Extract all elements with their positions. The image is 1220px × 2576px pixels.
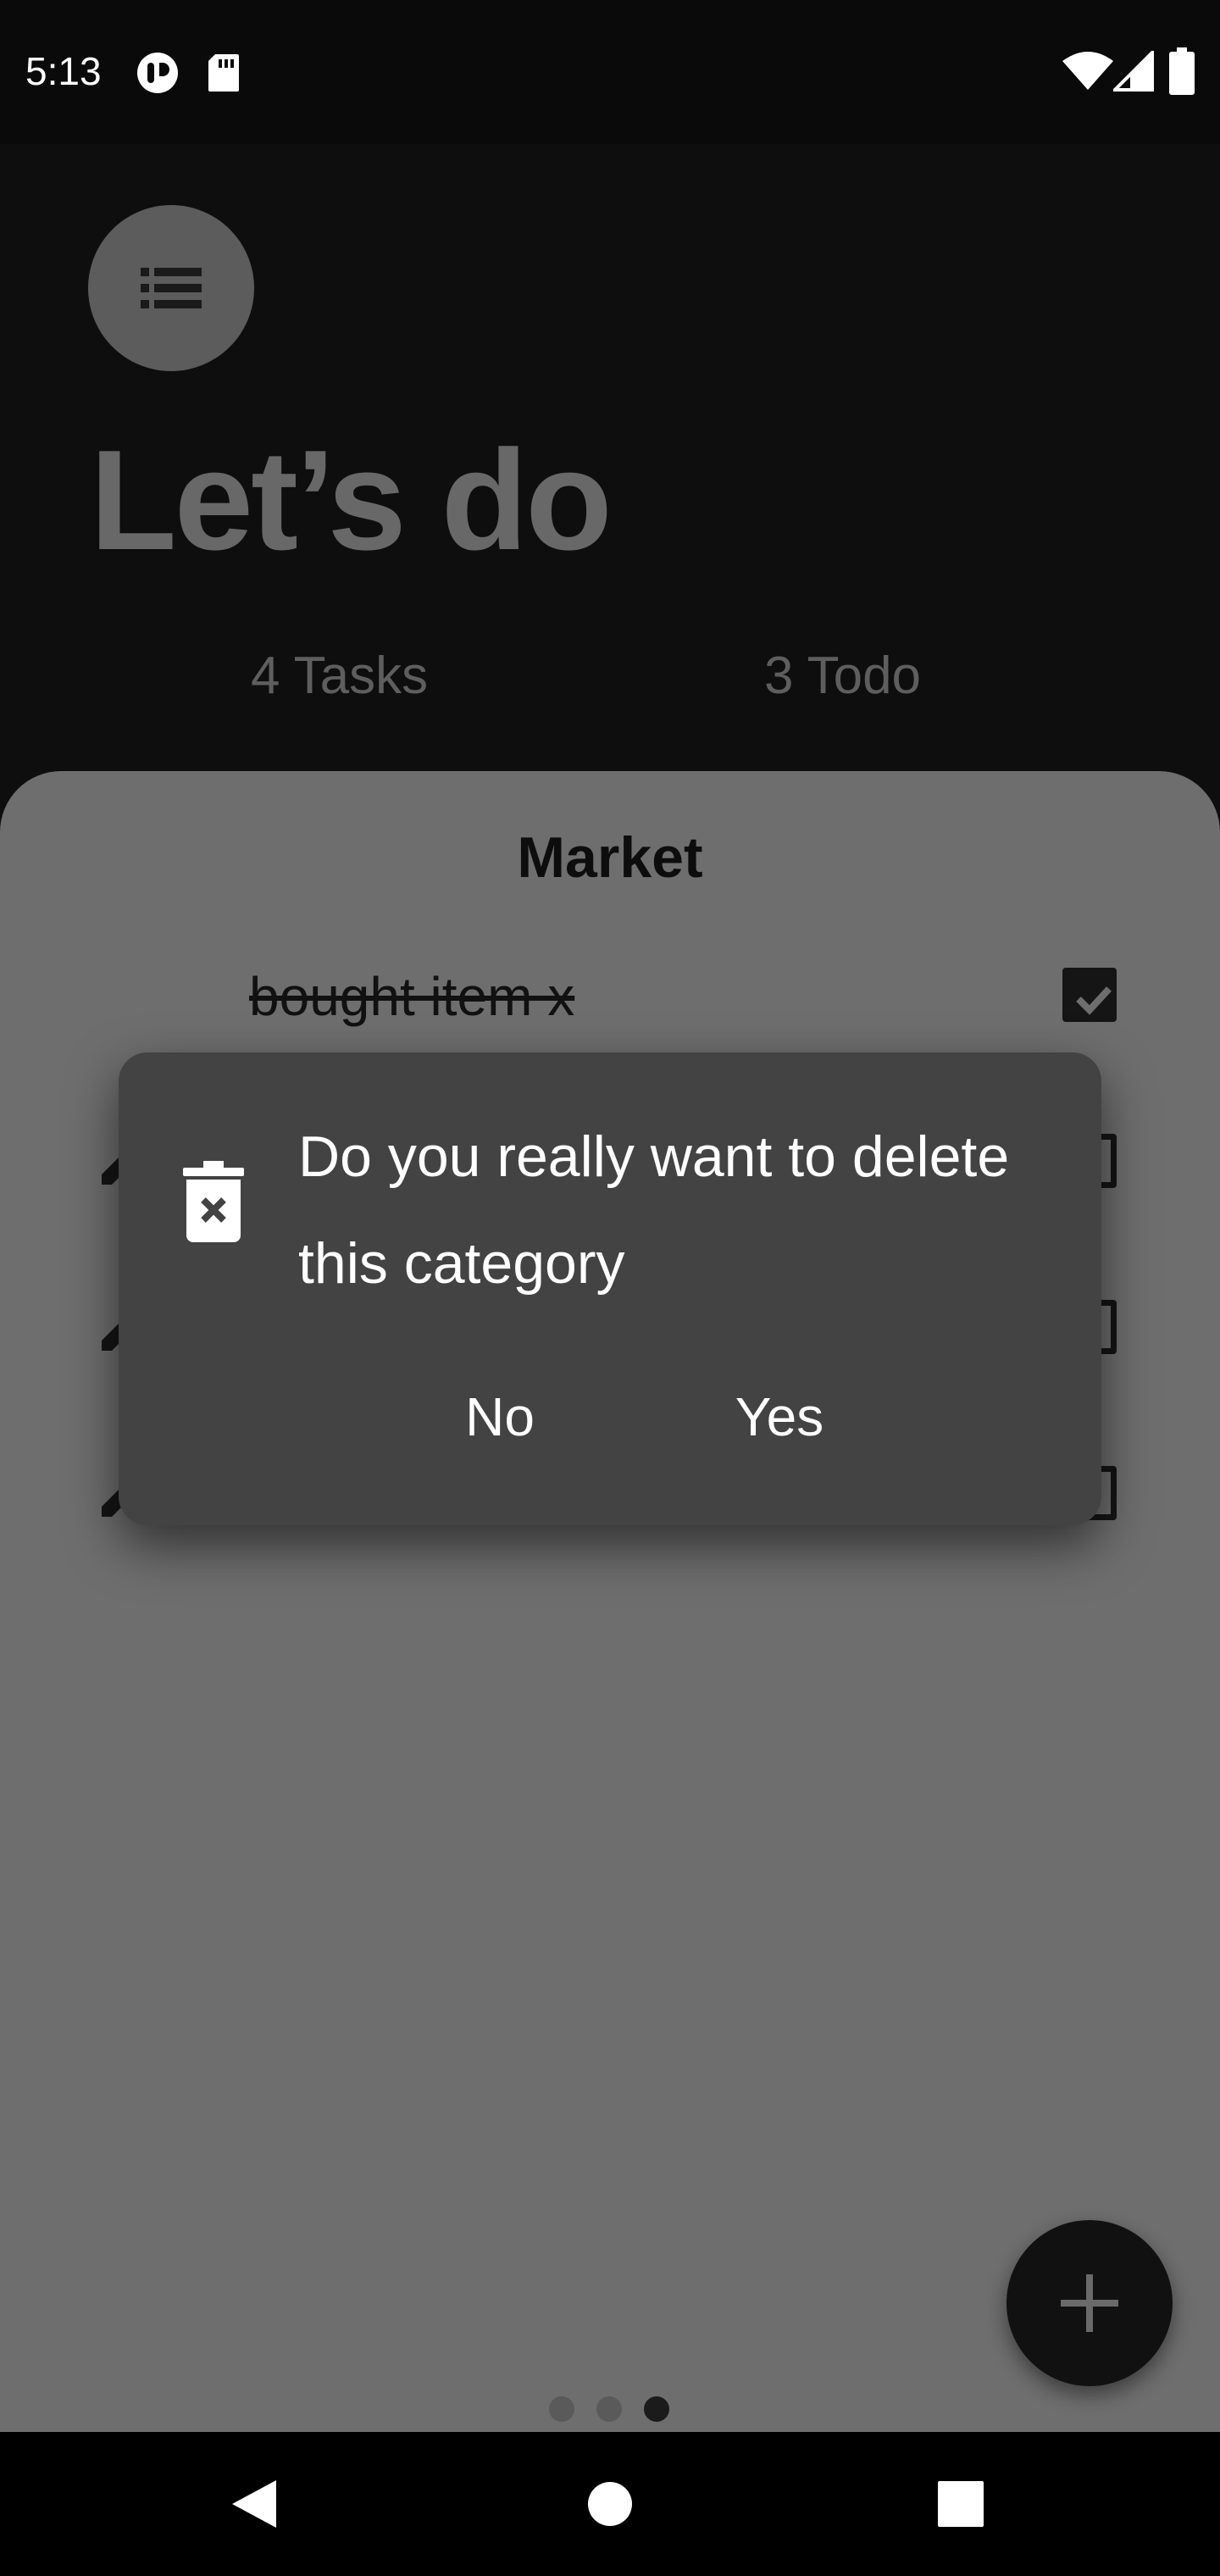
todo-count: 3 Todo [764,647,922,705]
status-time: 5:13 [25,49,102,93]
task-row[interactable]: bought item x [0,946,1220,1047]
home-icon [588,2482,632,2526]
signal-icon [1113,51,1154,92]
recents-icon [938,2481,984,2527]
list-icon [141,268,202,308]
trash-delete-icon [183,1161,244,1242]
page-dot[interactable] [596,2396,622,2422]
task-checkbox[interactable] [1062,968,1117,1022]
recents-button[interactable] [876,2432,1045,2576]
menu-button[interactable] [88,205,254,371]
dialog-message: Do you really want to delete this catego… [298,1124,1010,1296]
category-card: Market bought item x [0,771,1220,2432]
check-icon [1076,986,1112,1015]
screen: 5:13 Let’s do 4 Tasks 3 Todo Market boug… [0,0,1220,2576]
back-icon [232,2480,276,2528]
app-title: Let’s do [90,420,613,580]
back-button[interactable] [169,2432,339,2576]
task-text: bought item x [249,966,575,1027]
status-bar: 5:13 [0,0,1220,144]
delete-category-dialog: Do you really want to delete this catego… [119,1052,1101,1525]
no-button[interactable]: No [415,1366,585,1468]
page-dot[interactable] [549,2396,574,2422]
yes-button[interactable]: Yes [686,1366,873,1468]
home-button[interactable] [525,2432,695,2576]
sd-card-icon [208,54,239,92]
podcast-icon [137,53,178,93]
plus-icon [1061,2274,1118,2332]
tasks-count: 4 Tasks [251,647,429,705]
category-title: Market [517,825,703,890]
wifi-icon [1062,52,1113,90]
navigation-bar [0,2432,1220,2576]
page-dot-active[interactable] [644,2396,669,2422]
add-task-button[interactable] [1006,2220,1173,2386]
battery-icon [1169,47,1195,95]
